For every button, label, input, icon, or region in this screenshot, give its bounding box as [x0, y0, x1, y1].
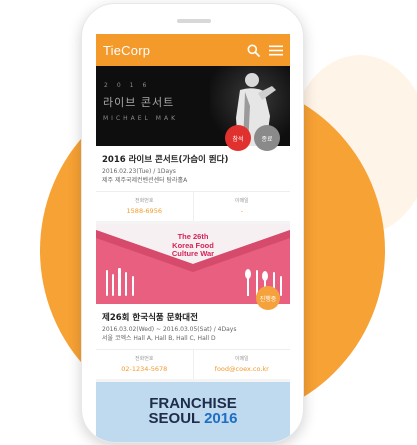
email-address[interactable]: food@coex.co.kr — [194, 365, 291, 373]
email-contact: 이메일 food@coex.co.kr — [192, 350, 291, 379]
app-screen: TieCorp 2016 라이브 콘서트 MICHAEL MAK 2016 라이… — [96, 34, 290, 442]
email-address: - — [240, 207, 243, 215]
event-card-franchise[interactable]: FRANCHISE SEOUL 2016 — [96, 382, 290, 442]
email-contact: 이메일 - — [192, 192, 291, 221]
banner-artist: MICHAEL MAK — [103, 115, 179, 122]
phone-number[interactable]: 02-1234-5678 — [96, 365, 193, 373]
header-actions — [247, 44, 283, 57]
phone-contact: 전화번호 1588-6956 — [96, 192, 193, 221]
event-place: 제주 제주국제컨벤션센터 탐라홀A — [102, 176, 188, 184]
food-banner-text: The 26th Korea Food Culture War — [96, 232, 290, 259]
banner-year: 2016 — [104, 82, 156, 89]
franchise-banner-line2: SEOUL — [148, 410, 200, 427]
event-title[interactable]: 제26회 한국식품 문화대전 — [102, 311, 284, 323]
phone-number[interactable]: 1588-6956 — [96, 207, 193, 215]
event-place: 서울 코엑스 Hall A, Hall B, Hall C, Hall D — [102, 334, 216, 342]
phone-contact: 전화번호 02-1234-5678 — [96, 350, 193, 379]
phone-speaker — [177, 19, 211, 23]
email-label: 이메일 — [234, 198, 249, 204]
app-logo[interactable]: TieCorp — [103, 43, 150, 58]
franchise-banner-year: 2016 — [204, 410, 238, 427]
phone-label: 전화번호 — [135, 198, 154, 204]
event-contacts: 전화번호 02-1234-5678 이메일 food@coex.co.kr — [96, 349, 290, 379]
event-info: 2016 라이브 콘서트(가슴이 뛴다) 2016.02.23(Tue) / 1… — [96, 146, 290, 191]
franchise-banner-line1: FRANCHISE — [149, 395, 237, 412]
banner-title: 라이브 콘서트 — [103, 96, 175, 109]
food-banner-line3: Culture War — [171, 249, 215, 258]
in-progress-badge[interactable]: 진행중 — [256, 286, 280, 310]
franchise-banner: FRANCHISE SEOUL 2016 — [96, 382, 290, 442]
email-label: 이메일 — [234, 356, 249, 362]
ended-badge[interactable]: 종료 — [254, 125, 280, 151]
attend-badge[interactable]: 참석 — [225, 125, 251, 151]
app-header: TieCorp — [96, 34, 290, 66]
franchise-banner-text: FRANCHISE SEOUL 2016 — [96, 396, 290, 426]
phone-mockup: TieCorp 2016 라이브 콘서트 MICHAEL MAK 2016 라이… — [81, 3, 304, 443]
hamburger-menu-icon[interactable] — [269, 45, 283, 56]
phone-label: 전화번호 — [135, 356, 154, 362]
event-info: 제26회 한국식품 문화대전 2016.03.02(Wed) ~ 2016.03… — [96, 304, 290, 349]
event-contacts: 전화번호 1588-6956 이메일 - — [96, 191, 290, 221]
search-icon[interactable] — [247, 44, 260, 57]
event-title[interactable]: 2016 라이브 콘서트(가슴이 뛴다) — [102, 153, 284, 165]
event-date: 2016.03.02(Wed) ~ 2016.03.05(Sat) / 4Day… — [102, 326, 237, 333]
event-date: 2016.02.23(Tue) / 1Days — [102, 168, 176, 175]
